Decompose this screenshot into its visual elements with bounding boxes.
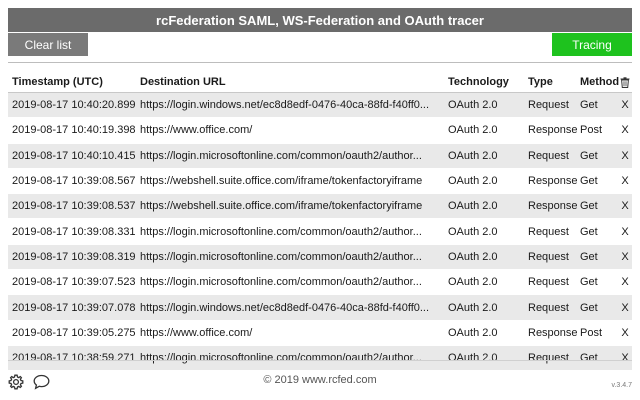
cell-technology: OAuth 2.0 [448, 326, 498, 339]
cell-method: Post [580, 326, 603, 339]
table-row[interactable]: 2019-08-17 10:39:07.078 https://login.win… [8, 295, 632, 321]
cell-type: Request [528, 250, 569, 263]
version-label: v.3.4.7 [611, 382, 633, 389]
delete-row-button[interactable]: X [618, 175, 632, 187]
cell-type: Request [528, 276, 569, 289]
cell-url: https://login.windows.net/ec8d8edf-0476-… [140, 99, 430, 112]
clear-list-button[interactable]: Clear list [8, 33, 88, 56]
table-row[interactable]: 2019-08-17 10:40:10.415 https://login.mic… [8, 143, 632, 169]
cell-timestamp: 2019-08-17 10:38:59.271 [12, 352, 136, 365]
title-bar: rcFederation SAML, WS-Federation and OAu… [8, 8, 632, 32]
cell-technology: OAuth 2.0 [448, 225, 498, 238]
cell-method: Get [580, 149, 598, 162]
table-row[interactable]: 2019-08-17 10:39:08.537 https://webshell.… [8, 194, 632, 220]
app-title: rcFederation SAML, WS-Federation and OAu… [156, 12, 484, 28]
cell-type: Response [528, 200, 578, 213]
cell-type: Response [528, 175, 578, 188]
delete-row-button[interactable]: X [618, 124, 632, 136]
cell-method: Get [580, 225, 598, 238]
cell-technology: OAuth 2.0 [448, 149, 498, 162]
copyright-label: © 2019 www.rcfed.com [263, 374, 377, 386]
cell-url: https://login.windows.net/ec8d8edf-0476-… [140, 301, 430, 314]
toolbar-divider [8, 62, 632, 63]
table-row[interactable]: 2019-08-17 10:39:05.275 https://www.offic… [8, 320, 632, 346]
cell-timestamp: 2019-08-17 10:39:08.537 [12, 200, 136, 213]
cell-method: Get [580, 175, 598, 188]
cell-timestamp: 2019-08-17 10:40:10.415 [12, 149, 136, 162]
cell-technology: OAuth 2.0 [448, 250, 498, 263]
cell-type: Request [528, 99, 569, 112]
cell-timestamp: 2019-08-17 10:40:20.899 [12, 99, 136, 112]
delete-row-button[interactable]: X [618, 99, 632, 111]
cell-url: https://www.office.com/ [140, 124, 253, 137]
cell-technology: OAuth 2.0 [448, 175, 498, 188]
tracing-toggle-button[interactable]: Tracing [552, 33, 632, 56]
cell-type: Request [528, 301, 569, 314]
cell-type: Response [528, 124, 578, 137]
table-row[interactable]: 2019-08-17 10:39:07.523 https://login.mic… [8, 270, 632, 296]
cell-technology: OAuth 2.0 [448, 276, 498, 289]
table-row[interactable]: 2019-08-17 10:39:08.567 https://webshell.… [8, 168, 632, 195]
column-header-type[interactable]: Type [528, 76, 580, 88]
cell-type: Response [528, 326, 578, 339]
delete-row-button[interactable]: X [618, 251, 632, 263]
column-header-method[interactable]: Method [580, 76, 619, 88]
delete-row-button[interactable]: X [618, 150, 632, 162]
cell-method: Get [580, 250, 598, 263]
table-row[interactable]: 2019-08-17 10:39:08.331 https://login.mic… [8, 219, 632, 245]
cell-method: Get [580, 276, 598, 289]
cell-method: Get [580, 200, 598, 213]
table-row[interactable]: 2019-08-17 10:40:20.899 https://login.win… [8, 93, 632, 119]
cell-technology: OAuth 2.0 [448, 124, 498, 137]
column-header-timestamp[interactable]: Timestamp (UTC) [8, 76, 140, 88]
cell-type: Request [528, 149, 569, 162]
delete-row-button[interactable]: X [618, 352, 632, 364]
cell-url: https://login.microsoftonline.com/common… [140, 250, 422, 263]
copyright-text: © 2019 www.rcfed.com [0, 374, 640, 386]
cell-url: https://login.microsoftonline.com/common… [140, 225, 422, 238]
cell-timestamp: 2019-08-17 10:40:19.398 [12, 124, 136, 137]
cell-method: Post [580, 124, 603, 137]
cell-method: Get [580, 99, 598, 112]
cell-timestamp: 2019-08-17 10:39:08.567 [12, 175, 136, 188]
cell-url: https://www.office.com/ [140, 326, 253, 339]
table-header: Timestamp (UTC) Destination URL Technolo… [8, 72, 632, 93]
cell-url: https://webshell.suite.office.com/iframe… [140, 200, 423, 213]
footer-divider [8, 360, 632, 361]
column-header-url[interactable]: Destination URL [140, 76, 448, 88]
trash-icon[interactable] [618, 76, 632, 88]
trace-table: Timestamp (UTC) Destination URL Technolo… [8, 72, 632, 372]
cell-timestamp: 2019-08-17 10:39:08.319 [12, 250, 136, 263]
cell-timestamp: 2019-08-17 10:39:08.331 [12, 225, 136, 238]
tracer-window: rcFederation SAML, WS-Federation and OAu… [0, 0, 640, 400]
cell-technology: OAuth 2.0 [448, 301, 498, 314]
cell-timestamp: 2019-08-17 10:39:05.275 [12, 326, 136, 339]
cell-technology: OAuth 2.0 [448, 99, 498, 112]
cell-technology: OAuth 2.0 [448, 352, 498, 365]
cell-url: https://login.microsoftonline.com/common… [140, 149, 422, 162]
cell-type: Request [528, 225, 569, 238]
cell-technology: OAuth 2.0 [448, 200, 498, 213]
cell-timestamp: 2019-08-17 10:39:07.523 [12, 276, 136, 289]
cell-method: Get [580, 352, 598, 365]
delete-row-button[interactable]: X [618, 302, 632, 314]
cell-type: Request [528, 352, 569, 365]
delete-row-button[interactable]: X [618, 226, 632, 238]
table-row[interactable]: 2019-08-17 10:38:59.271 https://login.mic… [8, 345, 632, 372]
cell-url: https://login.microsoftonline.com/common… [140, 276, 422, 289]
delete-row-button[interactable]: X [618, 327, 632, 339]
delete-row-button[interactable]: X [618, 276, 632, 288]
table-row[interactable]: 2019-08-17 10:40:19.398 https://www.offic… [8, 118, 632, 144]
cell-url: https://login.microsoftonline.com/common… [140, 352, 422, 365]
table-body: 2019-08-17 10:40:20.899 https://login.win… [8, 93, 632, 372]
cell-url: https://webshell.suite.office.com/iframe… [140, 175, 423, 188]
column-header-technology[interactable]: Technology [448, 76, 528, 88]
delete-row-button[interactable]: X [618, 200, 632, 212]
cell-method: Get [580, 301, 598, 314]
table-row[interactable]: 2019-08-17 10:39:08.319 https://login.mic… [8, 244, 632, 271]
cell-timestamp: 2019-08-17 10:39:07.078 [12, 301, 136, 314]
